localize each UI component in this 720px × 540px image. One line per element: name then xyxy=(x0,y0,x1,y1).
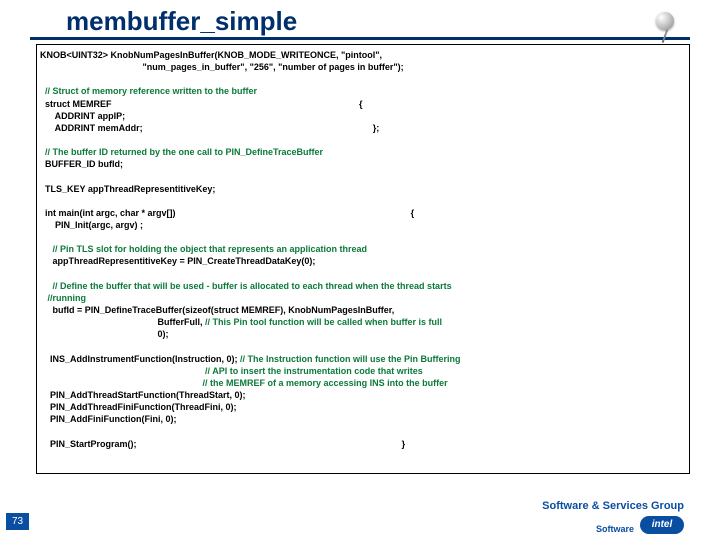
code-line: PIN_StartProgram(); } xyxy=(40,439,405,449)
code-line: "num_pages_in_buffer", "256", "number of… xyxy=(40,62,404,72)
intel-logo-icon: intel xyxy=(640,516,684,534)
slide-container: membuffer_simple KNOB<UINT32> KnobNumPag… xyxy=(0,0,720,540)
code-comment: // The Instruction function will use the… xyxy=(240,354,461,364)
code-comment: // The buffer ID returned by the one cal… xyxy=(40,147,323,157)
code-line: ADDRINT appIP; xyxy=(40,111,125,121)
code-line: KNOB<UINT32> KnobNumPagesInBuffer(KNOB_M… xyxy=(40,50,382,60)
code-line: PIN_AddFiniFunction(Fini, 0); xyxy=(40,414,177,424)
code-box: KNOB<UINT32> KnobNumPagesInBuffer(KNOB_M… xyxy=(36,44,690,474)
footer-text: Software & Services Group xyxy=(542,500,684,512)
code-comment: // Define the buffer that will be used -… xyxy=(40,281,452,291)
code-comment: // This Pin tool function will be called… xyxy=(205,317,442,327)
slide-title: membuffer_simple xyxy=(30,0,690,40)
code-line: appThreadRepresentitiveKey = PIN_CreateT… xyxy=(40,256,315,266)
code-comment: // API to insert the instrumentation cod… xyxy=(40,366,423,376)
code-line: 0); xyxy=(40,329,169,339)
code-comment: //running xyxy=(40,293,86,303)
intel-software-text: Software xyxy=(596,524,634,534)
page-number: 73 xyxy=(6,513,29,530)
code-line: ADDRINT memAddr; }; xyxy=(40,123,379,133)
code-line: PIN_AddThreadFiniFunction(ThreadFini, 0)… xyxy=(40,402,237,412)
code-comment: // Pin TLS slot for holding the object t… xyxy=(40,244,367,254)
code-line: BUFFER_ID bufId; xyxy=(40,159,123,169)
code-line: INS_AddInstrumentFunction(Instruction, 0… xyxy=(40,354,240,364)
code-line: bufId = PIN_DefineTraceBuffer(sizeof(str… xyxy=(40,305,394,315)
code-comment: // the MEMREF of a memory accessing INS … xyxy=(40,378,448,388)
code-line: TLS_KEY appThreadRepresentitiveKey; xyxy=(40,184,215,194)
code-line: PIN_AddThreadStartFunction(ThreadStart, … xyxy=(40,390,246,400)
code-comment: // Struct of memory reference written to… xyxy=(40,86,257,96)
code-line: int main(int argc, char * argv[]) { xyxy=(40,208,414,218)
code-line: PIN_Init(argc, argv) ; xyxy=(40,220,143,230)
code-line: BufferFull, xyxy=(40,317,205,327)
pushpin-icon xyxy=(650,10,684,44)
code-line: struct MEMREF { xyxy=(40,99,363,109)
